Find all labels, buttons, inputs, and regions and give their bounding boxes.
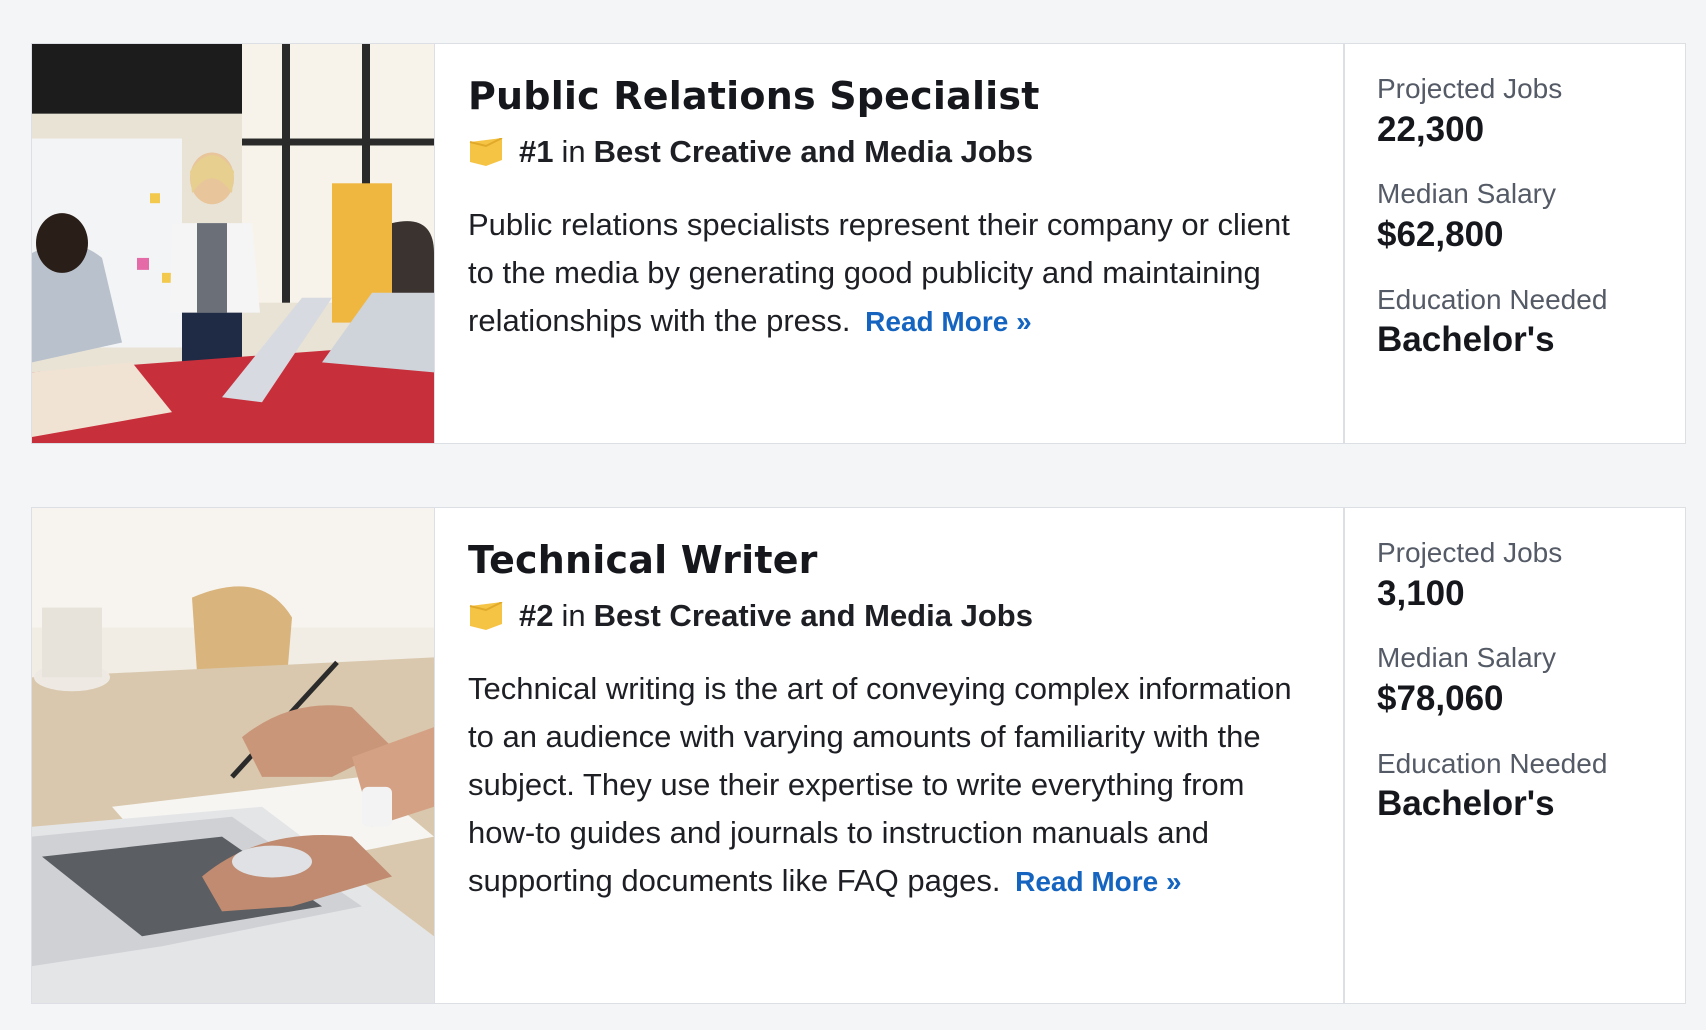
education-stat: Education Needed Bachelor's: [1377, 283, 1685, 362]
rank-line: #1 in Best Creative and Media Jobs: [468, 133, 1309, 170]
projected-jobs-value: 3,100: [1377, 573, 1465, 613]
stat-label: Education Needed: [1377, 747, 1608, 779]
rank-number: #1: [519, 134, 554, 170]
read-more-link[interactable]: Read More »: [1015, 866, 1182, 897]
ribbon-badge-icon: [469, 601, 503, 630]
ribbon-badge-icon: [469, 137, 503, 166]
presentation-photo: [32, 44, 434, 443]
projected-jobs-stat: Projected Jobs 22,300: [1377, 72, 1685, 151]
education-value: Bachelor's: [1377, 320, 1555, 360]
rank-in-text: in: [561, 598, 586, 634]
job-photo-writing[interactable]: [32, 508, 435, 1003]
education-stat: Education Needed Bachelor's: [1377, 747, 1685, 826]
rank-in-text: in: [561, 134, 586, 170]
rank-list-link[interactable]: Best Creative and Media Jobs: [594, 133, 1033, 170]
stat-label: Median Salary: [1377, 178, 1556, 210]
projected-jobs-stat: Projected Jobs 3,100: [1377, 536, 1685, 615]
stat-label: Projected Jobs: [1377, 537, 1563, 568]
median-salary-value: $78,060: [1377, 678, 1504, 718]
stat-label: Median Salary: [1377, 642, 1556, 674]
job-description-text: Technical writing is the art of conveyin…: [468, 670, 1292, 898]
job-body: Public Relations Specialist #1 in Best C…: [435, 44, 1345, 443]
projected-jobs-value: 22,300: [1377, 109, 1485, 149]
rank-number: #2: [519, 598, 554, 634]
rank-line: #2 in Best Creative and Media Jobs: [468, 597, 1309, 634]
job-stats: Projected Jobs 3,100 Median Salary $78,0…: [1345, 508, 1685, 1003]
stat-label: Projected Jobs: [1377, 73, 1563, 104]
job-description: Public relations specialists represent t…: [468, 201, 1309, 346]
job-title[interactable]: Public Relations Specialist: [468, 72, 1309, 121]
education-value: Bachelor's: [1377, 784, 1555, 824]
job-photo-presentation[interactable]: [32, 44, 435, 443]
job-title[interactable]: Technical Writer: [468, 536, 1309, 585]
job-body: Technical Writer #2 in Best Creative and…: [435, 508, 1345, 1003]
rank-list-link[interactable]: Best Creative and Media Jobs: [594, 597, 1033, 634]
read-more-link[interactable]: Read More »: [865, 306, 1032, 337]
job-description: Technical writing is the art of conveyin…: [468, 665, 1309, 906]
job-card: Technical Writer #2 in Best Creative and…: [31, 507, 1686, 1004]
job-card: Public Relations Specialist #1 in Best C…: [31, 43, 1686, 444]
job-stats: Projected Jobs 22,300 Median Salary $62,…: [1345, 44, 1685, 443]
stat-label: Education Needed: [1377, 283, 1608, 315]
writing-photo: [32, 508, 434, 1003]
median-salary-stat: Median Salary $62,800: [1377, 177, 1685, 256]
median-salary-stat: Median Salary $78,060: [1377, 641, 1685, 720]
median-salary-value: $62,800: [1377, 214, 1504, 254]
